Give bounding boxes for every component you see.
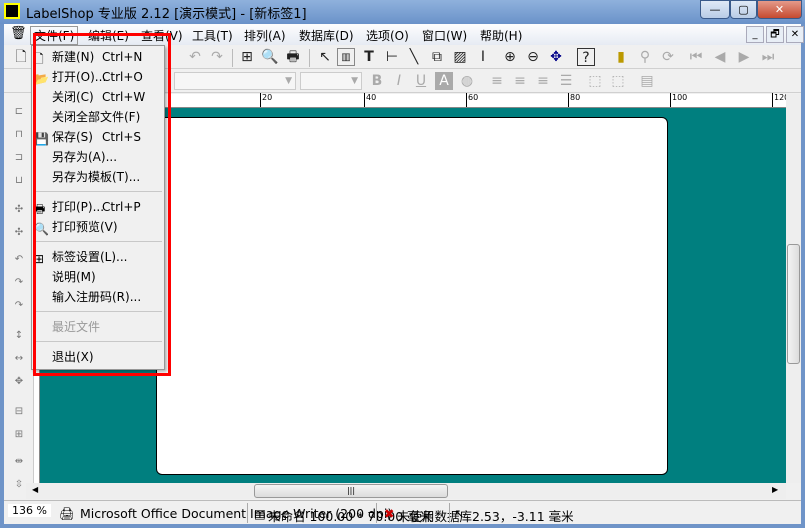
underline-icon[interactable]: U	[412, 72, 430, 90]
ruler-label: 60	[466, 93, 478, 107]
space-horizontal-icon[interactable]: ⊞	[9, 429, 29, 447]
redo-icon[interactable]: ↷	[208, 48, 226, 66]
label-paper[interactable]	[156, 117, 668, 475]
bold-icon[interactable]: B	[368, 72, 386, 90]
maximize-button[interactable]: ▢	[730, 0, 757, 19]
ruler-label: 80	[568, 93, 580, 107]
menu-window[interactable]: 窗口(W)	[422, 27, 467, 44]
same-height-icon[interactable]: ↕	[9, 330, 29, 348]
menu-arrange[interactable]: 排列(A)	[244, 27, 286, 44]
mdi-restore-button[interactable]: 🗗	[766, 26, 784, 43]
new-icon[interactable]: 🗋	[12, 48, 30, 66]
scroll-right-icon[interactable]: ▶	[772, 485, 778, 494]
ruler-label: 40	[364, 93, 376, 107]
mdi-minimize-button[interactable]: _	[746, 26, 764, 43]
text-effect-icon[interactable]: ◍	[458, 72, 476, 90]
properties-icon[interactable]: ▤	[638, 72, 656, 90]
database-icon[interactable]: ▮	[612, 48, 630, 66]
align-right-icon[interactable]: ≡	[534, 72, 552, 90]
mdi-close-button[interactable]: ✕	[786, 26, 804, 43]
close-button[interactable]: ✕	[757, 0, 802, 19]
group-icon[interactable]: ⬚	[586, 72, 604, 90]
same-width-icon[interactable]: ↔	[9, 353, 29, 371]
center-vertical-icon[interactable]: ✣	[9, 227, 29, 245]
ungroup-icon[interactable]: ⬚	[609, 72, 627, 90]
prev-record-icon[interactable]: ◀	[711, 48, 729, 66]
print-preview-icon[interactable]: 🔍	[261, 48, 279, 66]
vertical-scroll-thumb[interactable]	[787, 244, 800, 364]
title-bar: LabelShop 专业版 2.12 [演示模式] - [新标签1] — ▢ ✕	[0, 0, 805, 24]
app-icon	[4, 3, 20, 19]
center-horizontal-icon[interactable]: ✣	[9, 204, 29, 222]
barcode-icon[interactable]: ▥	[337, 48, 355, 66]
align-right-icon[interactable]: ⊐	[9, 152, 29, 170]
text-icon[interactable]: T	[360, 48, 378, 66]
rotate-90-right-icon[interactable]: ↷	[9, 300, 29, 318]
minimize-button[interactable]: —	[700, 0, 730, 19]
zoom-in-icon[interactable]: ⊕	[501, 48, 519, 66]
find-icon[interactable]: ⚲	[636, 48, 654, 66]
label-setup-icon[interactable]: ⊞	[238, 48, 256, 66]
menu-tools[interactable]: 工具(T)	[192, 27, 233, 44]
fit-icon[interactable]: ✥	[547, 48, 565, 66]
align-left-icon[interactable]: ≡	[488, 72, 506, 90]
highlight-box	[33, 33, 171, 376]
menu-options[interactable]: 选项(O)	[366, 27, 409, 44]
rotate-90-left-icon[interactable]: ↶	[9, 254, 29, 272]
italic-icon[interactable]: I	[390, 72, 408, 90]
menu-help[interactable]: 帮助(H)	[480, 27, 522, 44]
undo-icon[interactable]: ↶	[186, 48, 204, 66]
rotate-180-icon[interactable]: ↷	[9, 277, 29, 295]
ruler-label: 100	[670, 93, 687, 107]
text-background-icon[interactable]: A	[435, 72, 453, 90]
distribute-h-icon[interactable]: ⇹	[9, 456, 29, 474]
database-status-icon: ✖	[384, 506, 395, 521]
document-icon: 🗑	[10, 26, 27, 41]
align-left-icon[interactable]: ⊏	[9, 106, 29, 124]
align-bottom-icon[interactable]: ⊔	[9, 175, 29, 193]
next-record-icon[interactable]: ▶	[735, 48, 753, 66]
status-bar: 136 % 🖨 Microsoft Office Document Image …	[4, 500, 801, 524]
printer-icon: 🖨	[59, 506, 75, 521]
horizontal-scrollbar[interactable]: ◀ ||| ▶	[26, 483, 786, 499]
font-size-select[interactable]: ▼	[300, 72, 362, 90]
last-record-icon[interactable]: ⏭	[759, 48, 777, 66]
pointer-icon[interactable]: ↖	[316, 48, 334, 66]
scroll-left-icon[interactable]: ◀	[32, 485, 38, 494]
menu-database[interactable]: 数据库(D)	[299, 27, 354, 44]
line-icon[interactable]: ╲	[405, 48, 423, 66]
align-top-icon[interactable]: ⊓	[9, 129, 29, 147]
same-size-icon[interactable]: ✥	[9, 376, 29, 394]
justify-icon[interactable]: ☰	[557, 72, 575, 90]
label-icon: ▤	[254, 506, 266, 521]
ruler-label: 20	[260, 93, 272, 107]
space-vertical-icon[interactable]: ⊟	[9, 406, 29, 424]
cursor-icon: ↖	[454, 506, 465, 521]
arrange-toolbar: ⊏ ⊓ ⊐ ⊔ ✣ ✣ ↶ ↷ ↷ ↕ ↔ ✥ ⊟ ⊞ ⇹ ⇳	[4, 94, 34, 499]
first-record-icon[interactable]: ⏮	[687, 48, 705, 66]
help-icon[interactable]: ?	[577, 48, 595, 66]
print-icon[interactable]: 🖶	[284, 48, 302, 66]
refresh-icon[interactable]: ⟳	[659, 48, 677, 66]
hline-icon[interactable]: ⊢	[383, 48, 401, 66]
vertical-scrollbar[interactable]	[786, 94, 801, 483]
horizontal-scroll-thumb[interactable]: |||	[254, 484, 448, 498]
cursor-coords: 2.53，-3.11 毫米	[472, 509, 574, 524]
align-center-icon[interactable]: ≡	[511, 72, 529, 90]
window-title: LabelShop 专业版 2.12 [演示模式] - [新标签1]	[26, 7, 307, 22]
ibeam-icon[interactable]: I	[474, 48, 492, 66]
font-select[interactable]: ▼	[174, 72, 296, 90]
shape-icon[interactable]: ⧉	[428, 48, 446, 66]
image-icon[interactable]: ▨	[451, 48, 469, 66]
zoom-out-icon[interactable]: ⊖	[524, 48, 542, 66]
zoom-level: 136 %	[8, 504, 51, 517]
